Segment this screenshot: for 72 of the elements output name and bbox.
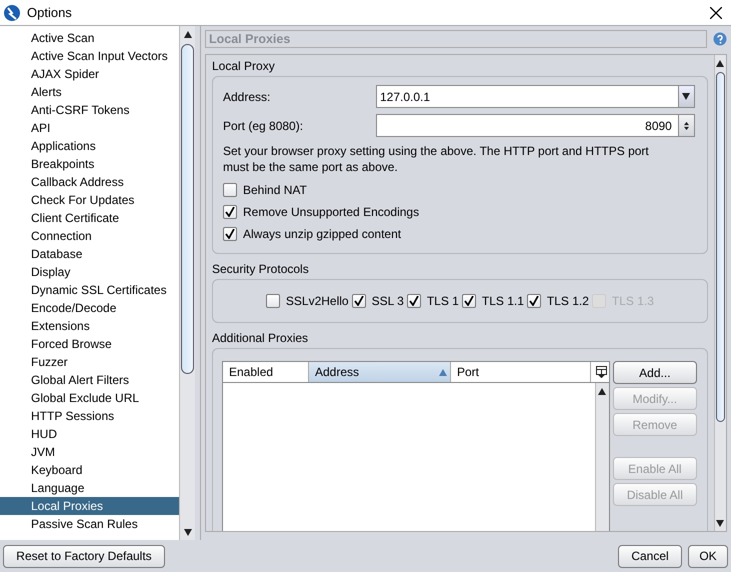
sidebar-item[interactable]: Anti-CSRF Tokens — [0, 101, 180, 119]
sidebar-item[interactable]: HTTP Sessions — [0, 407, 180, 425]
sidebar-item[interactable]: Encode/Decode — [0, 299, 180, 317]
sidebar-item[interactable]: Client Certificate — [0, 209, 180, 227]
sidebar-item[interactable]: JVM — [0, 443, 180, 461]
sidebar-item[interactable]: Global Exclude URL — [0, 389, 180, 407]
sidebar-item[interactable]: API — [0, 119, 180, 137]
reset-button[interactable]: Reset to Factory Defaults — [3, 544, 165, 568]
sidebar-item[interactable]: Active Scan — [0, 29, 180, 47]
window-title: Options — [27, 4, 72, 22]
scroll-up-arrow-icon[interactable] — [598, 388, 606, 396]
checkbox-label: SSLv2Hello — [286, 293, 349, 310]
sidebar-item[interactable]: Alerts — [0, 83, 180, 101]
cancel-button[interactable]: Cancel — [618, 544, 682, 568]
scrollbar[interactable] — [179, 26, 196, 540]
checkbox-label: TLS 1 — [426, 293, 459, 310]
sidebar-item[interactable]: Passive Scan Rules — [0, 515, 180, 533]
checkbox-label: TLS 1.1 — [482, 293, 524, 310]
close-icon[interactable] — [710, 6, 722, 18]
scrollbar[interactable] — [594, 383, 609, 531]
checkbox[interactable] — [352, 294, 366, 308]
address-combo[interactable]: 127.0.0.1 — [376, 85, 695, 108]
ok-button[interactable]: OK — [688, 544, 728, 568]
sidebar-item[interactable]: Dynamic SSL Certificates — [0, 281, 180, 299]
scroll-up-arrow-icon[interactable] — [716, 60, 724, 68]
sidebar-item[interactable]: Display — [0, 263, 180, 281]
checkbox-label: Always unzip gzipped content — [243, 226, 402, 243]
app-logo-icon — [3, 4, 21, 22]
checkbox[interactable] — [462, 294, 476, 308]
checkbox[interactable] — [526, 294, 541, 308]
sidebar-item[interactable]: Connection — [0, 227, 180, 245]
group-heading: Security Protocols — [212, 261, 310, 278]
field-label: Address: — [223, 88, 272, 106]
sidebar-item[interactable]: Local Proxies — [0, 497, 180, 515]
spinner-arrows-icon[interactable] — [678, 115, 694, 136]
checkbox-label: Behind NAT — [243, 182, 307, 199]
table-action-button[interactable]: Add... — [612, 361, 697, 384]
panel-title: Local Proxies — [205, 30, 707, 48]
group-heading: Local Proxy — [212, 58, 276, 75]
group-heading: Additional Proxies — [212, 330, 310, 347]
checkbox-label: SSL 3 — [372, 293, 404, 310]
checkbox[interactable] — [223, 183, 237, 197]
sidebar-item[interactable]: Callback Address — [0, 173, 180, 191]
sidebar-item[interactable]: Database — [0, 245, 180, 263]
checkbox-label: TLS 1.2 — [546, 293, 589, 310]
note-text: Set your browser proxy setting using the above. The HTTP port and HTTPS port must be the same port as above. — [223, 143, 650, 175]
sidebar-item[interactable]: Active Scan Input Vectors — [0, 47, 180, 65]
checkbox[interactable] — [406, 294, 421, 308]
sidebar-item[interactable]: Global Alert Filters — [0, 371, 180, 389]
sidebar-item[interactable]: AJAX Spider — [0, 65, 180, 83]
column-header[interactable]: Address — [309, 362, 451, 382]
sidebar-item[interactable]: HUD — [0, 425, 180, 443]
column-header[interactable]: Port — [451, 362, 591, 382]
sidebar-item[interactable]: Applications — [0, 137, 180, 155]
scroll-down-arrow-icon[interactable] — [716, 520, 724, 528]
checkbox[interactable] — [223, 205, 237, 219]
sidebar-item[interactable]: Language — [0, 479, 180, 497]
sidebar-item[interactable]: Fuzzer — [0, 353, 180, 371]
sidebar-item[interactable]: Keyboard — [0, 461, 180, 479]
field-label: Port (eg 8080): — [223, 118, 304, 134]
sidebar-item[interactable]: Extensions — [0, 317, 180, 335]
sidebar-item[interactable]: Check For Updates — [0, 191, 180, 209]
port-spinner[interactable]: 8090 — [376, 114, 695, 137]
scrollbar[interactable] — [714, 55, 726, 531]
help-icon[interactable] — [713, 32, 727, 46]
checkbox[interactable] — [223, 227, 237, 241]
scroll-down-arrow-icon[interactable] — [184, 529, 192, 536]
scroll-up-arrow-icon[interactable] — [184, 31, 192, 38]
checkbox-label: Remove Unsupported Encodings — [243, 204, 420, 221]
sidebar-item[interactable]: Forced Browse — [0, 335, 180, 353]
checkbox[interactable] — [266, 294, 280, 308]
sidebar-item[interactable]: Breakpoints — [0, 155, 180, 173]
